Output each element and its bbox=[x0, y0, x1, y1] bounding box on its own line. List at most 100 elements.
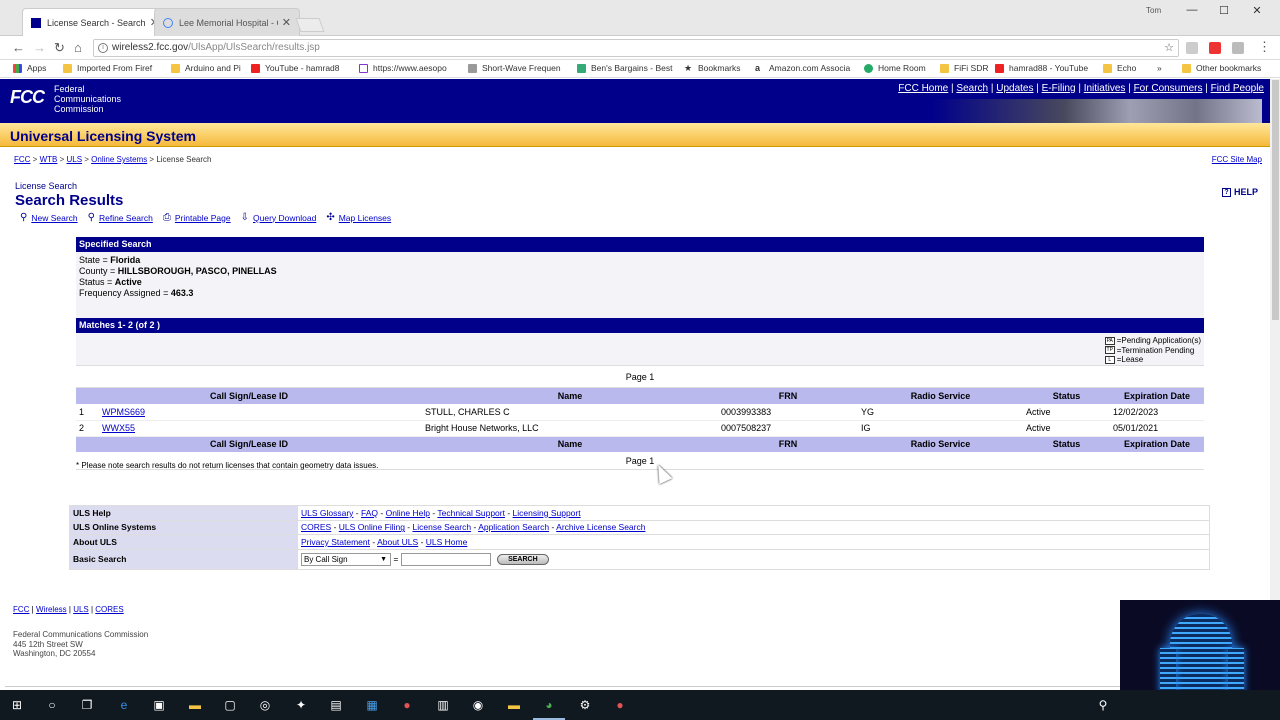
nav-updates[interactable]: Updates bbox=[996, 83, 1033, 94]
nav-initiatives[interactable]: Initiatives bbox=[1084, 83, 1126, 94]
chrome-icon[interactable]: ◕ bbox=[541, 697, 557, 713]
nav-search[interactable]: Search bbox=[956, 83, 988, 94]
breadcrumb-wtb[interactable]: WTB bbox=[40, 155, 58, 164]
nav-fcc-home[interactable]: FCC Home bbox=[898, 83, 948, 94]
call-sign-link[interactable]: WPMS669 bbox=[102, 407, 145, 417]
new-tab-button[interactable] bbox=[295, 18, 325, 32]
query-download-button[interactable]: ⇩ Query Download bbox=[241, 212, 317, 223]
refine-search-button[interactable]: ⚲ Refine Search bbox=[88, 212, 153, 223]
close-window-icon[interactable]: ✕ bbox=[1247, 4, 1267, 17]
tab-lee-memorial[interactable]: Lee Memorial Hospital - G ✕ bbox=[154, 8, 300, 36]
star-icon[interactable]: ☆ bbox=[1164, 40, 1174, 56]
link-archive-license-search[interactable]: Archive License Search bbox=[556, 522, 645, 532]
link-cores[interactable]: CORES bbox=[301, 522, 331, 532]
footer-link-fcc[interactable]: FCC bbox=[13, 605, 29, 614]
edge-icon[interactable]: e bbox=[116, 697, 132, 713]
app-icon[interactable]: ▥ bbox=[435, 697, 451, 713]
app-icon[interactable]: ● bbox=[612, 697, 628, 713]
url-input[interactable]: i wireless2.fcc.gov/UlsApp/UlsSearch/res… bbox=[93, 39, 1179, 57]
bookmark-item[interactable]: YouTube - hamrad8 bbox=[251, 63, 340, 73]
sticky-notes-icon[interactable]: ▬ bbox=[187, 697, 203, 713]
bookmark-item[interactable]: Imported From Firef bbox=[63, 63, 152, 73]
link-uls-glossary[interactable]: ULS Glossary bbox=[301, 508, 353, 518]
bookmark-item[interactable]: a Amazon.com Associa bbox=[755, 63, 850, 73]
tool-label[interactable]: New Search bbox=[31, 213, 77, 223]
nav-for-consumers[interactable]: For Consumers bbox=[1134, 83, 1203, 94]
forward-arrow-icon[interactable]: → bbox=[33, 40, 46, 55]
app-icon[interactable]: ▤ bbox=[328, 697, 344, 713]
link-faq[interactable]: FAQ bbox=[361, 508, 378, 518]
app-icon[interactable]: ✦ bbox=[293, 697, 309, 713]
app-icon[interactable]: ◎ bbox=[257, 697, 273, 713]
task-view-icon[interactable]: ❐ bbox=[79, 697, 95, 713]
youtube-extension-icon[interactable] bbox=[1209, 42, 1221, 54]
new-search-button[interactable]: ⚲ New Search bbox=[20, 212, 78, 223]
store-icon[interactable]: ▣ bbox=[151, 697, 167, 713]
bookmark-apps[interactable]: Apps bbox=[13, 63, 46, 73]
bookmark-item[interactable]: Ben's Bargains - Best bbox=[577, 63, 672, 73]
nav-find-people[interactable]: Find People bbox=[1211, 83, 1264, 94]
app-icon[interactable]: ⚙ bbox=[577, 697, 593, 713]
bookmark-item[interactable]: Short-Wave Frequen bbox=[468, 63, 561, 73]
breadcrumb-fcc[interactable]: FCC bbox=[14, 155, 30, 164]
help-button[interactable]: ? HELP bbox=[1221, 187, 1258, 197]
minimize-icon[interactable]: — bbox=[1182, 4, 1202, 16]
tab-license-search[interactable]: License Search - Search R ✕ bbox=[22, 8, 168, 36]
people-icon[interactable]: ⚲ bbox=[1095, 697, 1111, 713]
fcc-logo[interactable]: FCC bbox=[10, 87, 45, 108]
scrollbar-thumb[interactable] bbox=[1272, 80, 1279, 320]
info-icon[interactable]: i bbox=[98, 43, 108, 53]
app-icon[interactable]: ▦ bbox=[364, 697, 380, 713]
footer-link-cores[interactable]: CORES bbox=[95, 605, 123, 614]
search-type-select[interactable]: By Call Sign ▼ bbox=[301, 552, 391, 566]
basic-search-button[interactable]: SEARCH bbox=[497, 553, 549, 565]
bookmark-item[interactable]: Echo bbox=[1103, 63, 1136, 73]
tool-label[interactable]: Query Download bbox=[253, 213, 316, 223]
bookmark-item[interactable]: hamrad88 - YouTube bbox=[995, 63, 1088, 73]
link-license-search[interactable]: License Search bbox=[413, 522, 472, 532]
other-bookmarks[interactable]: Other bookmarks bbox=[1182, 63, 1261, 73]
breadcrumb-online-systems[interactable]: Online Systems bbox=[91, 155, 147, 164]
windows-start-icon[interactable]: ⊞ bbox=[9, 697, 25, 713]
bookmark-item[interactable]: FiFi SDR bbox=[940, 63, 988, 73]
file-explorer-icon[interactable]: ▬ bbox=[506, 697, 522, 713]
bookmark-item[interactable]: Home Room bbox=[864, 63, 926, 73]
close-icon[interactable]: ✕ bbox=[282, 16, 291, 29]
nav-e-filing[interactable]: E-Filing bbox=[1042, 83, 1076, 94]
cortana-icon[interactable]: ○ bbox=[44, 697, 60, 713]
bookmark-item[interactable]: ★ Bookmarks bbox=[684, 63, 741, 73]
footer-link-wireless[interactable]: Wireless bbox=[36, 605, 67, 614]
printable-page-button[interactable]: ⎙ Printable Page bbox=[163, 212, 231, 223]
app-icon[interactable]: ◉ bbox=[470, 697, 486, 713]
link-technical-support[interactable]: Technical Support bbox=[437, 508, 505, 518]
menu-icon[interactable]: ⋮ bbox=[1258, 39, 1271, 55]
link-privacy-statement[interactable]: Privacy Statement bbox=[301, 537, 370, 547]
profile-name[interactable]: Tom bbox=[1146, 6, 1161, 15]
back-arrow-icon[interactable]: ← bbox=[12, 40, 25, 55]
tool-label[interactable]: Printable Page bbox=[175, 213, 231, 223]
bookmarks-overflow[interactable]: » bbox=[1157, 63, 1162, 73]
tool-label[interactable]: Map Licenses bbox=[339, 213, 391, 223]
app-icon[interactable]: ▢ bbox=[222, 697, 238, 713]
map-licenses-button[interactable]: ✣ Map Licenses bbox=[326, 212, 391, 223]
footer-link-uls[interactable]: ULS bbox=[73, 605, 89, 614]
tool-label[interactable]: Refine Search bbox=[99, 213, 153, 223]
basic-search-input[interactable] bbox=[400, 552, 491, 566]
link-about-uls[interactable]: About ULS bbox=[377, 537, 418, 547]
bookmark-item[interactable]: https://www.aesopo bbox=[359, 63, 447, 73]
home-icon[interactable]: ⌂ bbox=[74, 40, 82, 55]
site-map-link[interactable]: FCC Site Map bbox=[1212, 155, 1262, 164]
link-licensing-support[interactable]: Licensing Support bbox=[513, 508, 581, 518]
breadcrumb-uls[interactable]: ULS bbox=[66, 155, 82, 164]
app-icon[interactable]: ● bbox=[399, 697, 415, 713]
link-uls-home[interactable]: ULS Home bbox=[426, 537, 468, 547]
link-application-search[interactable]: Application Search bbox=[478, 522, 549, 532]
reload-icon[interactable]: ↻ bbox=[54, 40, 65, 56]
extension-icon[interactable] bbox=[1186, 42, 1198, 54]
link-online-help[interactable]: Online Help bbox=[386, 508, 430, 518]
bookmark-item[interactable]: Arduino and Pi bbox=[171, 63, 241, 73]
call-sign-link[interactable]: WWX55 bbox=[102, 423, 135, 433]
maximize-icon[interactable]: ☐ bbox=[1214, 4, 1234, 17]
extension-icon[interactable] bbox=[1232, 42, 1244, 54]
link-uls-online-filing[interactable]: ULS Online Filing bbox=[339, 522, 405, 532]
